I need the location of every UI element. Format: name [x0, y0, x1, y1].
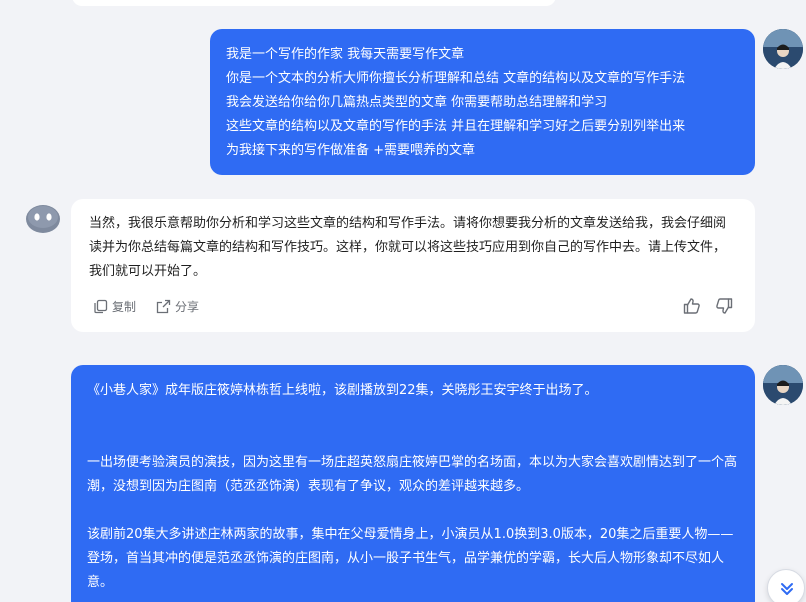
share-label: 分享: [175, 300, 200, 314]
chat-area: 我是一个写作的作家 我每天需要写作文章 你是一个文本的分析大师你擅长分析理解和总…: [0, 0, 806, 602]
message-paragraph: 《小巷人家》成年版庄筱婷林栋哲上线啦，该剧播放到22集，关晓彤王安宇终于出场了。: [87, 383, 598, 398]
message-line: 我会发送给你给你几篇热点类型的文章 你需要帮助总结理解和学习: [226, 95, 608, 110]
bot-message-1: 当然，我很乐意帮助你分析和学习这些文章的结构和写作手法。请将你想要我分析的文章发…: [71, 199, 755, 332]
scroll-to-bottom-button[interactable]: [767, 569, 805, 602]
user-message-2: 《小巷人家》成年版庄筱婷林栋哲上线啦，该剧播放到22集，关晓彤王安宇终于出场了。…: [71, 365, 755, 602]
user-avatar: [763, 365, 803, 405]
copy-label: 复制: [112, 300, 137, 314]
thumbs-down-icon[interactable]: [715, 297, 733, 319]
message-line: 这些文章的结构以及文章的写作的手法 并且在理解和学习好之后要分别列举出来: [226, 119, 686, 134]
bot-message-text: 当然，我很乐意帮助你分析和学习这些文章的结构和写作手法。请将你想要我分析的文章发…: [89, 216, 727, 279]
user-message-1: 我是一个写作的作家 我每天需要写作文章 你是一个文本的分析大师你擅长分析理解和总…: [210, 29, 755, 175]
feedback-buttons: [683, 297, 733, 319]
previous-message-card: [72, 0, 556, 6]
share-button[interactable]: 分享: [156, 298, 199, 315]
copy-button[interactable]: 复制: [93, 298, 136, 315]
message-paragraph: 该剧前20集大多讲述庄林两家的故事，集中在父母爱情身上，小演员从1.0换到3.0…: [87, 527, 734, 590]
share-icon: [156, 299, 171, 314]
user-avatar: [763, 29, 803, 69]
message-actions: 复制 分享: [93, 298, 199, 315]
copy-icon: [93, 299, 108, 314]
bot-avatar: [24, 199, 62, 237]
message-line: 你是一个文本的分析大师你擅长分析理解和总结 文章的结构以及文章的写作手法: [226, 71, 686, 86]
message-line: 为我接下来的写作做准备 +需要喂养的文章: [226, 143, 476, 158]
message-line: 我是一个写作的作家 我每天需要写作文章: [226, 47, 465, 62]
message-paragraph: 一出场便考验演员的演技，因为这里有一场庄超英怒扇庄筱婷巴掌的名场面，本以为大家会…: [87, 455, 738, 494]
thumbs-up-icon[interactable]: [683, 297, 701, 319]
